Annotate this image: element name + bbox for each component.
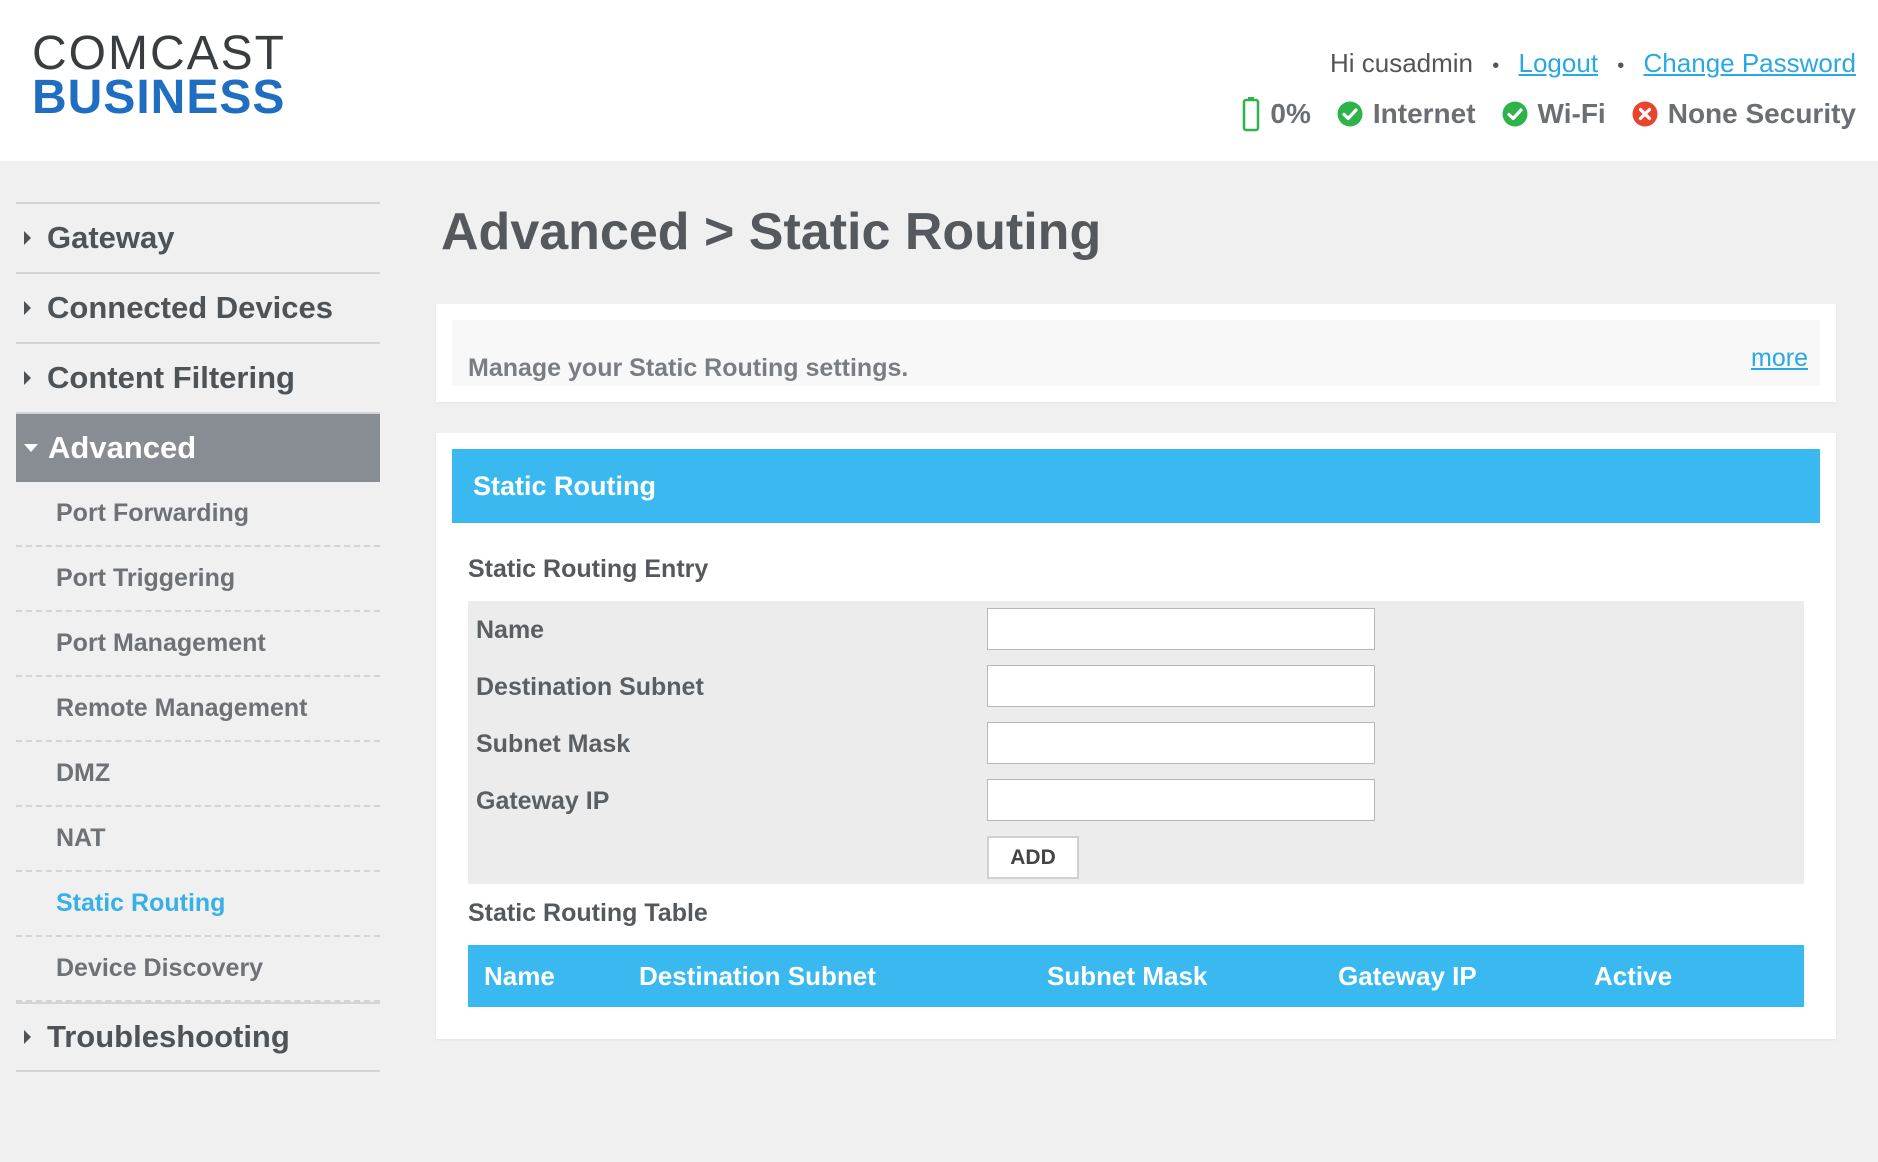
- sidebar-item-troubleshooting[interactable]: Troubleshooting: [16, 1002, 380, 1072]
- wifi-label: Wi-Fi: [1537, 98, 1606, 129]
- caret-down-icon: [24, 444, 38, 452]
- sidebar-subitem-static-routing[interactable]: Static Routing: [16, 872, 380, 937]
- column-header-destination-subnet: Destination Subnet: [639, 961, 876, 991]
- sidebar-subitem-port-forwarding[interactable]: Port Forwarding: [16, 482, 380, 547]
- column-header-subnet-mask: Subnet Mask: [1047, 961, 1208, 991]
- form-row-name: Name: [468, 604, 1804, 654]
- sidebar-item-content-filtering[interactable]: Content Filtering: [16, 342, 380, 412]
- change-password-link[interactable]: Change Password: [1644, 48, 1856, 78]
- table-subheading: Static Routing Table: [468, 899, 708, 927]
- sidebar-item-advanced[interactable]: Advanced: [16, 412, 380, 482]
- sidebar-subitem-nat[interactable]: NAT: [16, 807, 380, 872]
- security-status: None Security: [1632, 98, 1856, 130]
- error-circle-icon: [1632, 101, 1658, 127]
- column-header-name: Name: [484, 961, 555, 991]
- entry-subheading: Static Routing Entry: [468, 555, 709, 583]
- section-header: Static Routing: [452, 449, 1820, 523]
- subnet-mask-label: Subnet Mask: [476, 730, 631, 758]
- page-description: Manage your Static Routing settings.: [468, 354, 909, 382]
- logo-line2: BUSINESS: [32, 71, 286, 124]
- user-greeting: Hi cusadmin: [1329, 48, 1474, 78]
- check-circle-icon: [1502, 101, 1528, 127]
- battery-status: 0%: [1242, 96, 1311, 132]
- gateway-ip-input[interactable]: [987, 779, 1375, 821]
- name-label: Name: [476, 616, 545, 644]
- wifi-status: Wi-Fi: [1502, 98, 1606, 130]
- caret-right-icon: [24, 371, 31, 385]
- column-header-active: Active: [1594, 961, 1673, 991]
- description-card: Manage your Static Routing settings. mor…: [436, 304, 1836, 402]
- form-row-destination-subnet: Destination Subnet: [468, 661, 1804, 711]
- sidebar-subitem-remote-management[interactable]: Remote Management: [16, 677, 380, 742]
- logo-line1: COMCAST: [32, 27, 286, 80]
- sidebar-item-label: Content Filtering: [47, 360, 295, 395]
- static-routing-card: Static Routing Static Routing Entry Name…: [436, 433, 1836, 1039]
- sidebar-subitem-dmz[interactable]: DMZ: [16, 742, 380, 807]
- security-label: None Security: [1667, 98, 1856, 129]
- sidebar-item-label: Troubleshooting: [47, 1019, 290, 1054]
- sidebar-subitem-port-management[interactable]: Port Management: [16, 612, 380, 677]
- column-header-gateway-ip: Gateway IP: [1338, 961, 1477, 991]
- sidebar-item-label: Gateway: [47, 220, 175, 255]
- description-panel: Manage your Static Routing settings. mor…: [452, 320, 1820, 386]
- sidebar-item-connected-devices[interactable]: Connected Devices: [16, 272, 380, 342]
- check-circle-icon: [1337, 101, 1363, 127]
- sidebar-item-label: Connected Devices: [47, 290, 333, 325]
- sidebar-subitem-device-discovery[interactable]: Device Discovery: [16, 937, 380, 1002]
- separator-dot: •: [1617, 55, 1625, 77]
- logout-link[interactable]: Logout: [1519, 48, 1599, 78]
- destination-subnet-input[interactable]: [987, 665, 1375, 707]
- add-button[interactable]: ADD: [987, 836, 1079, 879]
- user-bar: Hi cusadmin • Logout • Change Password: [1330, 48, 1856, 79]
- battery-level: 0%: [1270, 98, 1311, 129]
- caret-right-icon: [24, 231, 31, 245]
- gateway-ip-label: Gateway IP: [476, 787, 610, 815]
- internet-status: Internet: [1337, 98, 1476, 130]
- battery-icon: [1242, 96, 1260, 132]
- status-bar: 0% Internet Wi-Fi None Security: [1242, 96, 1856, 132]
- caret-right-icon: [24, 1030, 31, 1044]
- destination-subnet-label: Destination Subnet: [476, 673, 704, 701]
- page-title: Advanced > Static Routing: [441, 203, 1102, 261]
- comcast-business-logo[interactable]: COMCAST BUSINESS: [32, 27, 286, 124]
- internet-label: Internet: [1372, 98, 1476, 129]
- caret-right-icon: [24, 301, 31, 315]
- sidebar-item-label: Advanced: [48, 430, 197, 465]
- header: COMCAST BUSINESS Hi cusadmin • Logout • …: [0, 0, 1878, 161]
- sidebar-nav: Gateway Connected Devices Content Filter…: [16, 202, 380, 1072]
- routing-table-header: Name Destination Subnet Subnet Mask Gate…: [468, 945, 1804, 1007]
- more-link[interactable]: more: [1751, 344, 1808, 373]
- static-routing-form: Name Destination Subnet Subnet Mask Gate…: [468, 601, 1804, 884]
- sidebar-item-gateway[interactable]: Gateway: [16, 202, 380, 272]
- separator-dot: •: [1492, 55, 1500, 77]
- form-row-gateway-ip: Gateway IP: [468, 775, 1804, 825]
- name-input[interactable]: [987, 608, 1375, 650]
- sidebar-subitem-port-triggering[interactable]: Port Triggering: [16, 547, 380, 612]
- form-row-subnet-mask: Subnet Mask: [468, 718, 1804, 768]
- subnet-mask-input[interactable]: [987, 722, 1375, 764]
